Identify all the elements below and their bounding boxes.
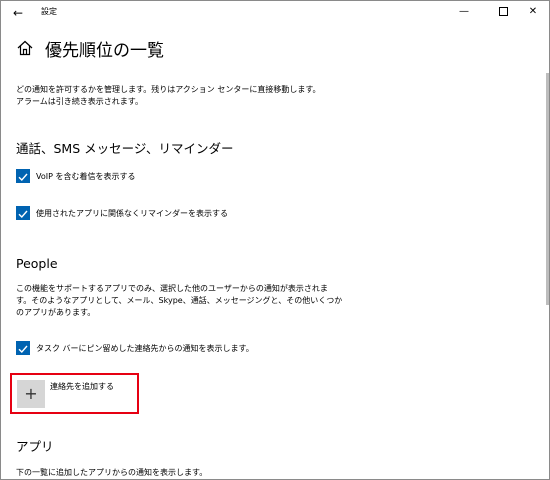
home-icon[interactable] — [16, 39, 34, 57]
title-bar: ← 設定 — ✕ — [1, 1, 549, 25]
back-arrow-icon: ← — [12, 6, 24, 20]
people-section-title: People — [16, 256, 58, 271]
apps-description: 下の一覧に追加したアプリからの通知を表示します。 — [16, 468, 208, 477]
people-description-line-2: す。そのようなアプリとして、メール、Skype、通話、メッセージングと、その他い… — [16, 296, 343, 305]
description-line-1: どの通知を許可するかを管理します。残りはアクション センターに直接移動します。 — [16, 85, 321, 94]
close-icon: ✕ — [528, 6, 538, 17]
plus-icon: + — [24, 384, 38, 403]
reminders-checkbox-label: 使用されたアプリに関係なくリマインダーを表示する — [36, 209, 228, 218]
checkmark-icon — [18, 345, 28, 354]
settings-window: ← 設定 — ✕ 優先順位の一覧 どの通知を許可するかを管理します。残りはアクシ… — [0, 0, 550, 480]
page-description: どの通知を許可するかを管理します。残りはアクション センターに直接移動します。 … — [16, 84, 326, 108]
maximize-icon — [498, 6, 508, 16]
people-description: この機能をサポートするアプリでのみ、選択した他のユーザーからの通知が表示されま … — [16, 283, 346, 319]
page-title: 優先順位の一覧 — [45, 41, 164, 61]
people-description-line-3: のアプリがあります。 — [16, 308, 96, 317]
maximize-button[interactable] — [487, 1, 519, 23]
people-description-line-1: この機能をサポートするアプリでのみ、選択した他のユーザーからの通知が表示されま — [16, 284, 328, 293]
add-contact-label[interactable]: 連絡先を追加する — [50, 381, 114, 392]
taskbar-contacts-checkbox-label: タスク バーにピン留めした連絡先からの通知を表示します。 — [36, 344, 254, 353]
voip-checkbox[interactable] — [16, 169, 30, 183]
minimize-icon: — — [459, 6, 469, 17]
close-button[interactable]: ✕ — [517, 1, 549, 23]
checkmark-icon — [18, 210, 28, 219]
add-contact-button[interactable]: + — [17, 380, 45, 408]
scrollbar[interactable] — [546, 73, 549, 305]
back-button[interactable]: ← — [9, 4, 27, 22]
taskbar-contacts-checkbox[interactable] — [16, 341, 30, 355]
checkmark-icon — [18, 173, 28, 182]
reminders-checkbox[interactable] — [16, 206, 30, 220]
voip-checkbox-label: VoIP を含む着信を表示する — [36, 172, 136, 181]
app-title: 設定 — [41, 7, 57, 16]
apps-section-title: アプリ — [16, 439, 54, 454]
description-line-2: アラームは引き続き表示されます。 — [16, 97, 143, 106]
minimize-button[interactable]: — — [448, 1, 480, 23]
calls-section-title: 通話、SMS メッセージ、リマインダー — [16, 141, 234, 156]
